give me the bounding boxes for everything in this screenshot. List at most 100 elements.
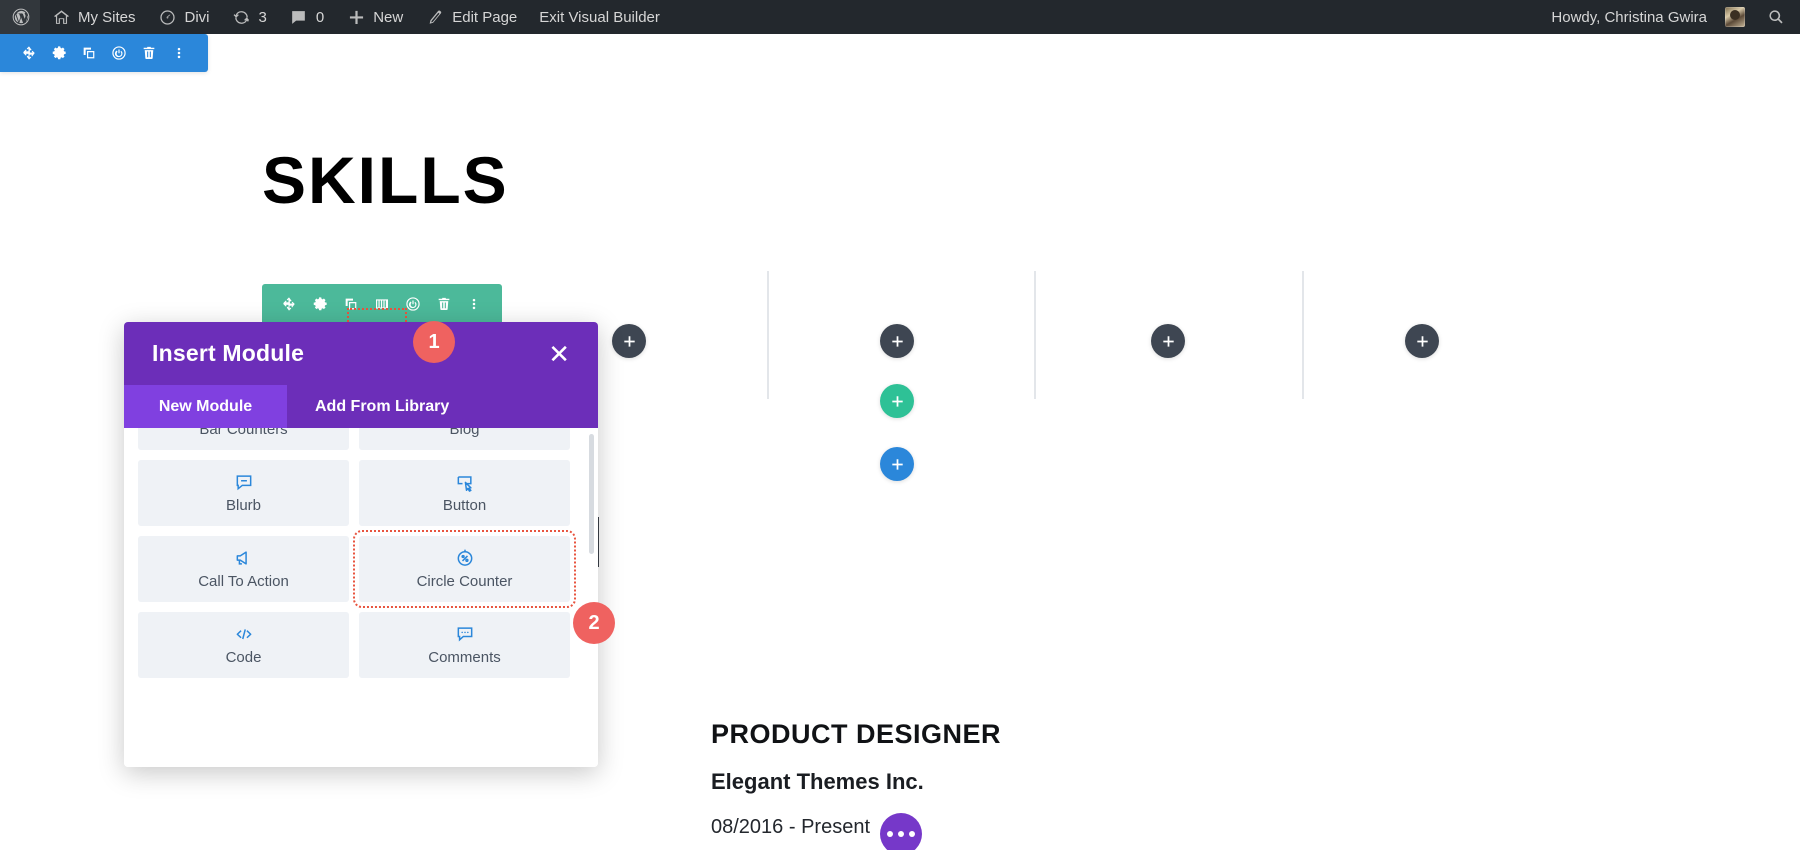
avatar [1725,7,1745,27]
annotation-badge-1: 1 [413,321,455,363]
add-module-button[interactable] [612,324,646,358]
module-card-code[interactable]: Code [138,612,349,678]
wordpress-logo-icon [11,7,31,27]
section-toolbar [0,34,208,72]
move-icon[interactable] [278,293,300,315]
annotation-badge-2: 2 [573,602,615,644]
plus-icon [1162,335,1174,347]
call-to-action-icon [234,548,254,568]
admin-bar-item-exit-visual-builder[interactable]: Exit Visual Builder [528,0,671,34]
module-label: Button [442,497,487,514]
wordpress-logo-button[interactable] [0,0,40,34]
gear-icon[interactable] [48,42,70,64]
add-module-button[interactable] [880,324,914,358]
add-module-button[interactable] [1151,324,1185,358]
admin-bar-item-comments[interactable]: 0 [278,0,335,34]
admin-bar-item-updates[interactable]: 3 [221,0,278,34]
updates-icon [232,7,252,27]
modal-header: Insert Module ✕ [124,322,598,385]
close-icon[interactable]: ✕ [548,341,570,367]
dot [898,831,904,837]
plus-icon [891,395,903,407]
column-divider [767,271,769,399]
module-card-circle-counter[interactable]: Circle Counter [353,530,576,608]
modal-title: Insert Module [152,340,305,366]
modal-scrollbar[interactable] [589,434,594,554]
module-card-button[interactable]: Button [359,460,570,526]
module-card-blurb[interactable]: Blurb [138,460,349,526]
more-vertical-icon[interactable] [168,42,190,64]
comments-module-icon [455,624,475,644]
column-divider [1034,271,1036,399]
circle-counter-icon [455,548,475,568]
blurb-icon [234,472,254,492]
comments-icon [289,7,309,27]
module-label: Comments [428,649,501,666]
divi-icon [158,7,178,27]
column-divider [1302,271,1304,399]
admin-bar-label: 3 [258,8,267,26]
module-card-blog[interactable]: Blog [359,428,570,450]
move-icon[interactable] [18,42,40,64]
modal-body: Bar Counters Blog Blurb Button Call To A… [124,428,598,767]
more-options-button[interactable] [880,813,922,850]
add-section-button[interactable] [880,447,914,481]
module-label: Bar Counters [199,428,288,438]
howdy-label: Howdy, Christina Gwira [1551,8,1707,26]
more-vertical-icon[interactable] [463,293,485,315]
trash-icon[interactable] [138,42,160,64]
visual-builder-canvas: SKILLS PRODUCT DESIGNER Elegant Themes I… [0,34,1800,850]
add-module-button[interactable] [1405,324,1439,358]
dot [887,831,893,837]
tab-add-from-library[interactable]: Add From Library [287,385,598,428]
insert-module-modal: Insert Module ✕ New Module Add From Libr… [124,322,598,767]
power-icon[interactable] [402,293,424,315]
module-label: Code [225,649,262,666]
admin-bar-item-new[interactable]: New [335,0,414,34]
page-title: SKILLS [262,143,509,217]
plus-icon [891,458,903,470]
plus-icon [346,7,366,27]
module-grid: Bar Counters Blog Blurb Button Call To A… [138,428,576,678]
plus-icon [891,335,903,347]
module-label: Circle Counter [416,573,513,590]
module-label: Call To Action [198,573,289,590]
pencil-icon [425,7,445,27]
module-card-comments[interactable]: Comments [359,612,570,678]
tab-new-module[interactable]: New Module [124,385,287,428]
search-icon [1766,7,1786,27]
admin-bar-label: Edit Page [452,8,518,26]
trash-icon[interactable] [433,293,455,315]
gear-icon[interactable] [309,293,331,315]
admin-bar-label: Exit Visual Builder [539,8,660,26]
admin-bar-item-divi[interactable]: Divi [147,0,221,34]
plus-icon [1416,335,1428,347]
columns-icon[interactable] [371,293,393,315]
module-card-call-to-action[interactable]: Call To Action [138,536,349,602]
module-card-bar-counters[interactable]: Bar Counters [138,428,349,450]
row-toolbar [262,284,502,324]
modal-tabs: New Module Add From Library [124,385,598,428]
admin-bar-label: My Sites [78,8,136,26]
my-sites-icon [51,7,71,27]
admin-bar-search-button[interactable] [1756,0,1800,34]
admin-bar-item-my-sites[interactable]: My Sites [40,0,147,34]
dot [909,831,915,837]
admin-bar-label: 0 [315,8,325,26]
job-company: Elegant Themes Inc. [711,769,924,794]
power-icon[interactable] [108,42,130,64]
button-icon [455,472,475,492]
duplicate-icon[interactable] [78,42,100,64]
add-row-button[interactable] [880,384,914,418]
duplicate-icon[interactable] [340,293,362,315]
job-dates: 08/2016 - Present [711,816,870,838]
code-icon [234,624,254,644]
admin-bar-label: New [373,8,404,26]
admin-bar-account[interactable]: Howdy, Christina Gwira [1540,0,1756,34]
module-label: Blog [449,428,480,438]
admin-bar-label: Divi [184,8,210,26]
wp-admin-bar: My Sites Divi 3 0 New Edit Page Exit Vis… [0,0,1800,34]
plus-icon [623,335,635,347]
admin-bar-item-edit-page[interactable]: Edit Page [414,0,528,34]
admin-bar-right: Howdy, Christina Gwira [1540,0,1800,34]
